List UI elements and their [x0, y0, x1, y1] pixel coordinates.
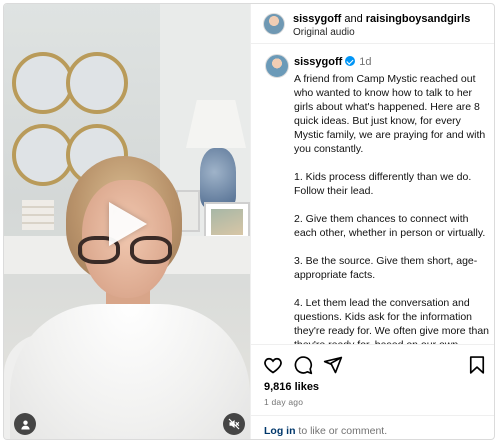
caption-paragraph: 1. Kids process differently than we do. …	[294, 171, 472, 197]
caption-paragraph: A friend from Camp Mystic reached out wh…	[294, 73, 486, 155]
heart-icon[interactable]	[263, 355, 283, 375]
post-date[interactable]: 1 day ago	[264, 397, 303, 407]
muted-speaker-icon	[228, 418, 240, 430]
login-prompt-text: to like or comment.	[295, 425, 388, 437]
audio-link[interactable]: Original audio	[293, 27, 355, 38]
post-container: sissygoff and raisingboysandgirls Origin…	[3, 3, 495, 440]
caption-paragraph: 2. Give them chances to connect with eac…	[294, 213, 486, 239]
caption-paragraph: 3. Be the source. Give them short, age-a…	[294, 255, 478, 281]
caption-text: A friend from Camp Mystic reached out wh…	[294, 72, 490, 344]
avatar[interactable]	[263, 13, 285, 35]
verified-badge-icon	[345, 56, 356, 66]
caption-scroll-area[interactable]: sissygoff 1d A friend from Camp Mystic re…	[251, 44, 494, 344]
caption-paragraph: 4. Let them lead the conversation and qu…	[294, 297, 489, 344]
login-link[interactable]: Log in	[264, 425, 296, 437]
mute-button[interactable]	[223, 413, 245, 435]
authors-joiner: and	[344, 13, 363, 25]
likes-count[interactable]: 9,816 likes	[264, 381, 319, 393]
user-icon	[20, 419, 30, 430]
post-authors: sissygoff and raisingboysandgirls	[293, 13, 470, 25]
tagged-users-button[interactable]	[14, 413, 36, 435]
play-icon[interactable]	[109, 202, 147, 246]
author-link-1[interactable]: sissygoff	[293, 13, 341, 25]
author-link-2[interactable]: raisingboysandgirls	[366, 13, 471, 25]
comment-icon[interactable]	[293, 355, 313, 375]
bookmark-icon[interactable]	[467, 355, 487, 375]
post-details-panel: sissygoff and raisingboysandgirls Origin…	[250, 4, 494, 439]
action-bar: 9,816 likes 1 day ago Log in to like or …	[251, 344, 494, 439]
login-prompt: Log in to like or comment.	[251, 415, 494, 439]
post-header: sissygoff and raisingboysandgirls Origin…	[251, 4, 494, 44]
reel-video[interactable]	[4, 4, 250, 439]
caption-author-line: sissygoff 1d	[294, 56, 372, 68]
share-icon[interactable]	[323, 355, 343, 375]
avatar[interactable]	[265, 54, 289, 78]
caption-author-link[interactable]: sissygoff	[294, 56, 342, 68]
post-time[interactable]: 1d	[359, 56, 371, 68]
